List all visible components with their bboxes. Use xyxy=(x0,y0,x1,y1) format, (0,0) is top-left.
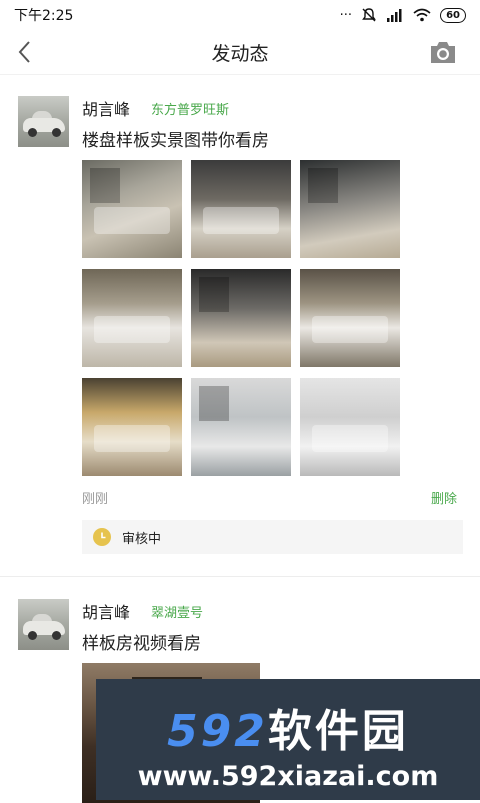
photo-grid xyxy=(82,160,400,476)
back-chevron-icon[interactable] xyxy=(12,38,40,66)
photo-walk-in-closet[interactable] xyxy=(191,269,291,367)
post-card: 胡言峰 东方普罗旺斯 楼盘样板实景图带你看房 刚刚 删除 审核中 xyxy=(0,96,480,566)
post-text: 楼盘样板实景图带你看房 xyxy=(82,131,269,151)
photo-kitchen[interactable] xyxy=(191,160,291,258)
photo-kids-bedroom[interactable] xyxy=(82,378,182,476)
watermark-number: 592 xyxy=(167,706,268,757)
mute-icon xyxy=(362,8,376,22)
status-time: 下午2:25 xyxy=(14,8,74,24)
page-title: 发动态 xyxy=(211,42,269,65)
status-bar: 下午2:25 ··· 60 xyxy=(0,0,480,30)
photo-study[interactable] xyxy=(300,160,400,258)
photo-bedroom-2[interactable] xyxy=(300,269,400,367)
watermark-url: www.592xiazai.com xyxy=(137,761,439,792)
photo-living-room[interactable] xyxy=(82,160,182,258)
watermark-brand: 592软件园 xyxy=(96,695,480,759)
community-tag[interactable]: 东方普罗旺斯 xyxy=(151,99,229,118)
camera-icon[interactable] xyxy=(428,39,458,65)
delete-button[interactable]: 删除 xyxy=(431,488,457,507)
post-text: 样板房视频看房 xyxy=(82,634,201,654)
wifi-icon xyxy=(413,8,431,22)
signal-icon xyxy=(387,9,402,22)
username[interactable]: 胡言峰 xyxy=(82,96,130,120)
photo-bedroom[interactable] xyxy=(82,269,182,367)
status-icons: ··· 60 xyxy=(340,7,466,23)
avatar[interactable] xyxy=(18,599,69,650)
nav-bar: 发动态 xyxy=(0,30,480,74)
watermark-name: 软件园 xyxy=(267,706,409,757)
review-status-box: 审核中 xyxy=(82,520,463,554)
dots-icon: ··· xyxy=(339,7,353,23)
watermark-banner: 592软件园 www.592xiazai.com xyxy=(96,679,480,800)
nav-divider xyxy=(0,74,480,75)
battery-icon: 60 xyxy=(440,7,466,23)
review-status: 审核中 xyxy=(122,531,162,547)
post-divider xyxy=(0,576,480,577)
avatar[interactable] xyxy=(18,96,69,147)
photo-shower[interactable] xyxy=(191,378,291,476)
clock-icon xyxy=(93,528,111,546)
community-tag[interactable]: 翠湖壹号 xyxy=(151,602,203,621)
username[interactable]: 胡言峰 xyxy=(82,599,130,623)
post-time: 刚刚 xyxy=(82,492,109,507)
photo-bathroom[interactable] xyxy=(300,378,400,476)
